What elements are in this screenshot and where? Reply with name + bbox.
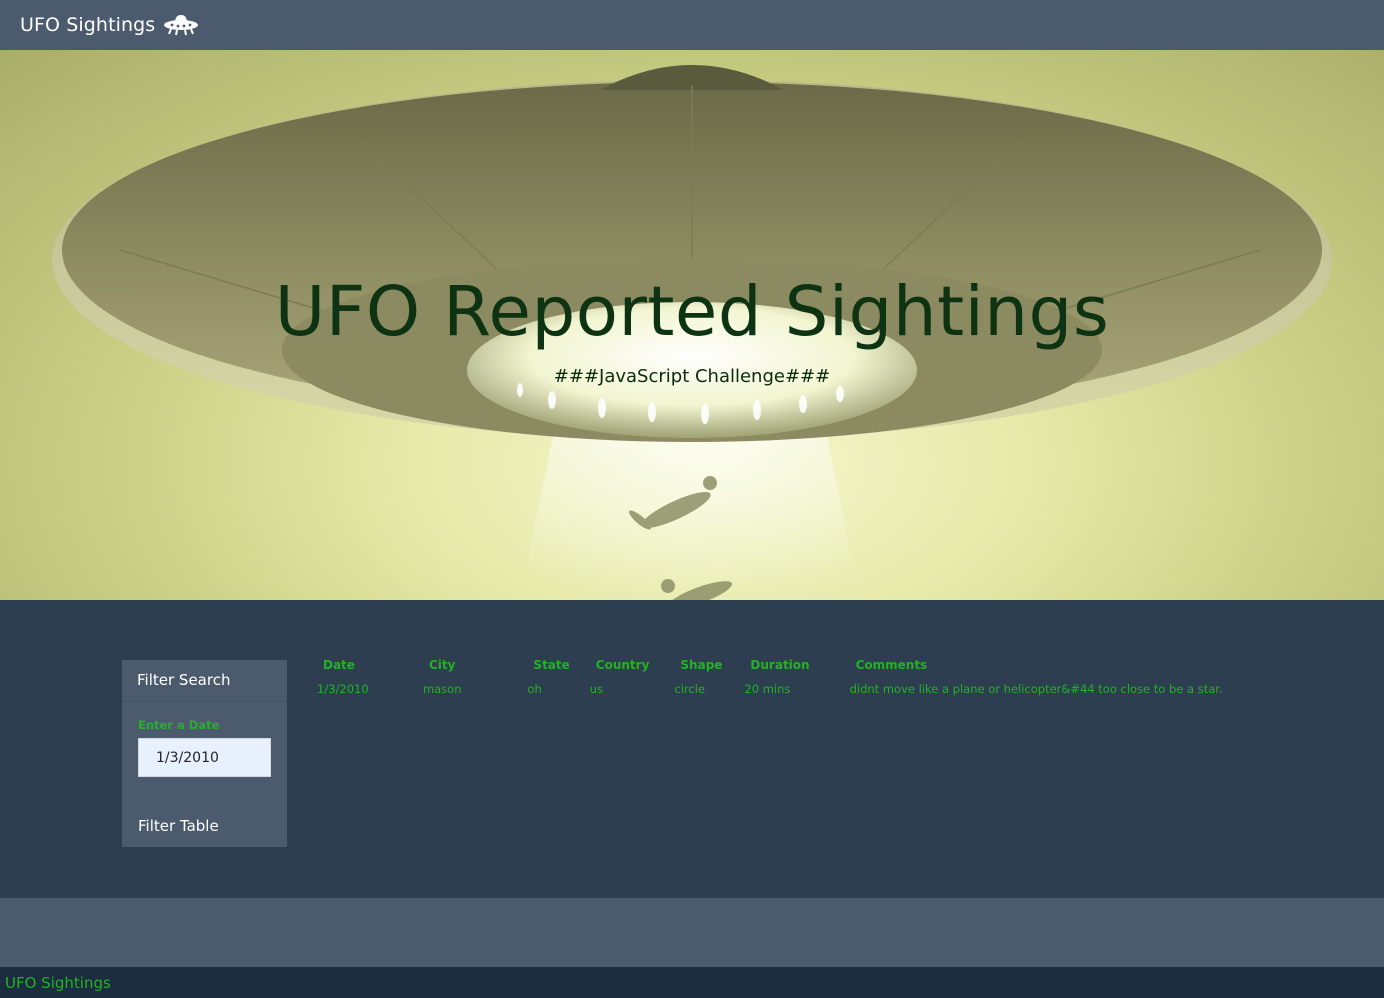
navbar: UFO Sightings [0, 0, 1384, 50]
cell-shape: circle [674, 682, 705, 696]
date-input[interactable] [138, 738, 271, 777]
column-header-state: State [533, 658, 570, 672]
column-header-duration: Duration [750, 658, 810, 672]
footer-title: UFO Sightings [5, 973, 111, 992]
filter-panel-header: Filter Search [122, 660, 287, 702]
column-header-city: City [428, 658, 456, 672]
date-input-label: Enter a Date [138, 718, 220, 732]
footer: UFO Sightings [0, 967, 1384, 998]
column-header-country: Country [595, 658, 650, 672]
ufo-icon [163, 12, 199, 38]
page-subtitle: ###JavaScript Challenge### [553, 366, 831, 387]
column-header-comments: Comments [855, 658, 928, 672]
cell-state: oh [527, 682, 542, 696]
brand-title: UFO Sightings [20, 14, 156, 36]
main-content: Filter Search Enter a Date Filter Table … [0, 600, 1384, 898]
page-title: UFO Reported Sightings [274, 272, 1110, 352]
table-row: 1/3/2010 mason oh us circle 20 mins didn… [311, 678, 1229, 700]
column-header-date: Date [323, 658, 355, 672]
cell-city: mason [422, 682, 462, 696]
sightings-table: Date City State Country Shape Duration C… [311, 656, 1229, 700]
table-header-row: Date City State Country Shape Duration C… [311, 656, 1229, 678]
cell-duration: 20 mins [744, 682, 791, 696]
cell-country: us [589, 682, 604, 696]
filter-panel: Filter Search Enter a Date Filter Table [122, 660, 287, 847]
column-header-shape: Shape [680, 658, 723, 672]
filter-table-button[interactable]: Filter Table [138, 817, 219, 835]
footer-band [0, 898, 1384, 967]
hero-banner: UFO Reported Sightings ###JavaScript Cha… [0, 50, 1384, 600]
cell-date: 1/3/2010 [317, 682, 369, 696]
cell-comments: didnt move like a plane or helicopter&#4… [849, 682, 1223, 696]
brand-link[interactable]: UFO Sightings [20, 12, 199, 38]
